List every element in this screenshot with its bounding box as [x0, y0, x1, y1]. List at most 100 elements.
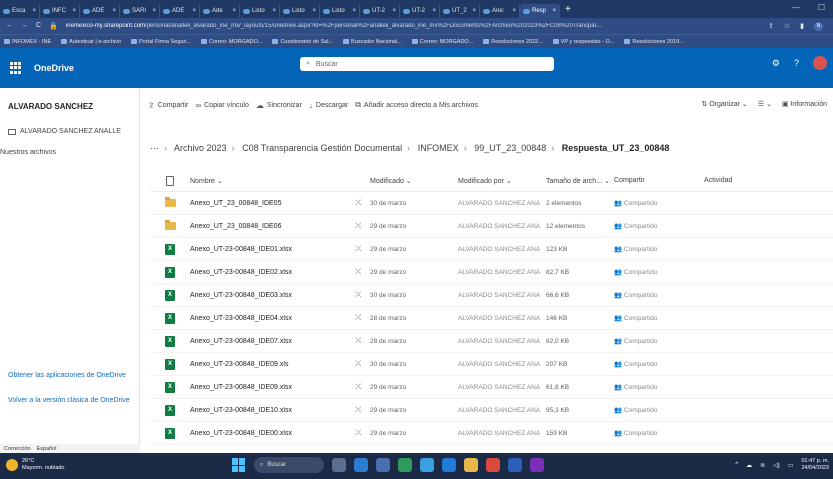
close-icon[interactable]: × [472, 8, 476, 14]
file-name[interactable]: Anexo_UT-23-00848_IDE07.xlsx [190, 338, 355, 345]
table-row[interactable]: X Anexo_UT-23-00848_IDE07.xlsx ⤫ 28 de marz… [150, 330, 833, 353]
browser-tab[interactable]: ADE × [160, 4, 200, 18]
search-box[interactable]: ⌕ Buscar [300, 57, 554, 71]
share-shortcut-icon[interactable]: ⤫ [355, 244, 370, 254]
breadcrumb-overflow[interactable]: ··· [150, 143, 159, 153]
browser-tab[interactable]: Esca × [0, 4, 40, 18]
help-icon[interactable]: ? [794, 58, 799, 68]
share-shortcut-icon[interactable]: ⤫ [355, 267, 370, 277]
view-options-button[interactable]: ☰ ⌄ [758, 100, 772, 108]
outlook-icon[interactable] [442, 458, 456, 472]
info-button[interactable]: ▣ Información [782, 100, 827, 108]
share-button[interactable]: ⇪ Compartir [148, 101, 188, 110]
widgets-icon[interactable] [376, 458, 390, 472]
correction-status[interactable]: Corrección [4, 446, 31, 452]
breadcrumb-item[interactable]: Archivo 2023 [174, 143, 227, 153]
file-name[interactable]: Anexo_UT-23-00848_IDE09.xlsx [190, 384, 355, 391]
breadcrumb-item[interactable]: 99_UT_23_00848 [474, 143, 546, 153]
task-view-icon[interactable] [332, 458, 346, 472]
minimize-icon[interactable]: — [792, 3, 800, 12]
file-name[interactable]: Anexo_UT-23-00848_IDE00.xlsx [190, 430, 355, 437]
share-shortcut-icon[interactable]: ⤫ [355, 382, 370, 392]
close-icon[interactable]: × [552, 8, 556, 14]
cloud-icon[interactable]: ☁ [746, 462, 752, 469]
share-shortcut-icon[interactable]: ⤫ [355, 221, 370, 231]
browser-tab[interactable]: Listo × [240, 4, 280, 18]
share-shortcut-icon[interactable]: ⤫ [355, 313, 370, 323]
organize-button[interactable]: ⇅ Organizar ⌄ [701, 100, 747, 108]
volume-icon[interactable]: ◁) [773, 462, 780, 469]
app-launcher-icon[interactable] [10, 62, 22, 74]
battery-icon[interactable]: ▭ [788, 462, 794, 469]
share-shortcut-icon[interactable]: ⤫ [355, 405, 370, 415]
share-page-icon[interactable]: ⇪ [768, 22, 774, 30]
browser-tab[interactable]: UT-2 × [360, 4, 400, 18]
edge-icon[interactable] [398, 458, 412, 472]
back-icon[interactable]: ← [6, 22, 13, 30]
download-button[interactable]: ↓ Descargar [309, 101, 348, 110]
file-name[interactable]: Anexo_UT-23-00848_IDE09.xls [190, 361, 355, 368]
copy-link-button[interactable]: ∞ Copiar vínculo [195, 101, 248, 110]
close-icon[interactable]: × [512, 8, 516, 14]
browser-tab[interactable]: Listo × [280, 4, 320, 18]
column-modified[interactable]: Modificado ⌄ [370, 177, 458, 185]
close-icon[interactable]: × [352, 8, 356, 14]
add-shortcut-button[interactable]: ⧉ Añadir acceso directo a Mis archivos [355, 100, 478, 110]
nav-my-files[interactable]: ALVARADO SANCHEZ ANALLE [8, 128, 138, 135]
table-row[interactable]: Anexo_UT_23_00848_IDE05 ⤫ 30 de marzo ALVAR… [150, 192, 833, 215]
close-icon[interactable]: × [72, 8, 76, 14]
user-avatar[interactable] [813, 56, 827, 70]
language-status[interactable]: Español [37, 446, 57, 452]
clock[interactable]: 01:47 p. m. 24/04/2023 [801, 458, 829, 472]
word-icon[interactable] [420, 458, 434, 472]
forward-icon[interactable]: → [21, 22, 28, 30]
file-name[interactable]: Anexo_UT-23-00848_IDE01.xlsx [190, 246, 355, 253]
close-icon[interactable]: × [32, 8, 36, 14]
browser-tab[interactable]: Listo × [320, 4, 360, 18]
sidepanel-icon[interactable]: ▮ [800, 22, 804, 30]
close-icon[interactable]: × [192, 8, 196, 14]
table-row[interactable]: X Anexo_UT-23-00848_IDE10.xlsx ⤫ 29 de marz… [150, 399, 833, 422]
nav-shared-libraries[interactable]: Nuestros archivos [0, 149, 130, 156]
close-icon[interactable]: × [232, 8, 236, 14]
column-modified-by[interactable]: Modificado por ⌄ [458, 177, 546, 185]
share-shortcut-icon[interactable]: ⤫ [355, 290, 370, 300]
file-name[interactable]: Anexo_UT_23_00848_IDE05 [190, 200, 355, 207]
weather-widget[interactable]: 26°C Mayorm. nublado [6, 458, 65, 472]
column-size[interactable]: Tamaño de arch... ⌄ [546, 177, 614, 185]
sync-button[interactable]: ☁ Sincronizar [256, 101, 302, 110]
bookmark-item[interactable]: Resoluciones 2019... [624, 39, 684, 45]
reload-icon[interactable]: C [36, 22, 41, 30]
bookmark-item[interactable]: Resoluciones 2022... [483, 39, 543, 45]
browser-tab[interactable]: Ane: × [480, 4, 520, 18]
breadcrumb-item[interactable]: INFOMEX [418, 143, 459, 153]
close-icon[interactable]: × [312, 8, 316, 14]
file-name[interactable]: Anexo_UT_23_00848_IDE06 [190, 223, 355, 230]
bookmark-item[interactable]: Correo: MORGADO... [411, 39, 473, 45]
browser-tab[interactable]: Resp × [520, 4, 560, 18]
bookmark-item[interactable]: VP y respuestas - O... [552, 39, 614, 45]
taskbar-search[interactable]: ⌕ Buscar [254, 457, 324, 473]
share-shortcut-icon[interactable]: ⤫ [355, 336, 370, 346]
table-row[interactable]: X Anexo_UT-23-00848_IDE09.xlsx ⤫ 29 de marz… [150, 376, 833, 399]
classic-view-link[interactable]: Volver a la versión clásica de OneDrive [8, 396, 133, 405]
browser-tab[interactable]: UT-2 × [400, 4, 440, 18]
table-row[interactable]: X Anexo_UT-23-00848_IDE01.xlsx ⤫ 29 de marz… [150, 238, 833, 261]
table-row[interactable]: X Anexo_UT-23-00848_IDE00.xlsx ⤫ 29 de marz… [150, 422, 833, 445]
gear-icon[interactable]: ⚙ [772, 58, 780, 69]
maximize-icon[interactable]: ☐ [818, 3, 825, 12]
bookmark-item[interactable]: Autenticar | e-archivo [61, 39, 121, 45]
share-shortcut-icon[interactable]: ⤫ [355, 428, 370, 438]
table-row[interactable]: X Anexo_UT-23-00848_IDE09.xls ⤫ 30 de marzo… [150, 353, 833, 376]
windows-start-icon[interactable] [232, 458, 246, 472]
close-icon[interactable]: × [392, 8, 396, 14]
star-icon[interactable]: ☆ [784, 22, 790, 30]
close-icon[interactable]: × [432, 8, 436, 14]
file-name[interactable]: Anexo_UT-23-00848_IDE03.xlsx [190, 292, 355, 299]
bookmark-item[interactable]: Correo: MORGADO... [200, 39, 262, 45]
wifi-icon[interactable]: ≋ [760, 462, 765, 469]
bookmark-item[interactable]: Buscador Nacional... [343, 39, 402, 45]
file-name[interactable]: Anexo_UT-23-00848_IDE10.xlsx [190, 407, 355, 414]
column-name[interactable]: Nombre ⌄ [190, 177, 355, 185]
table-row[interactable]: X Anexo_UT-23-00848_IDE03.xlsx ⤫ 30 de marz… [150, 284, 833, 307]
